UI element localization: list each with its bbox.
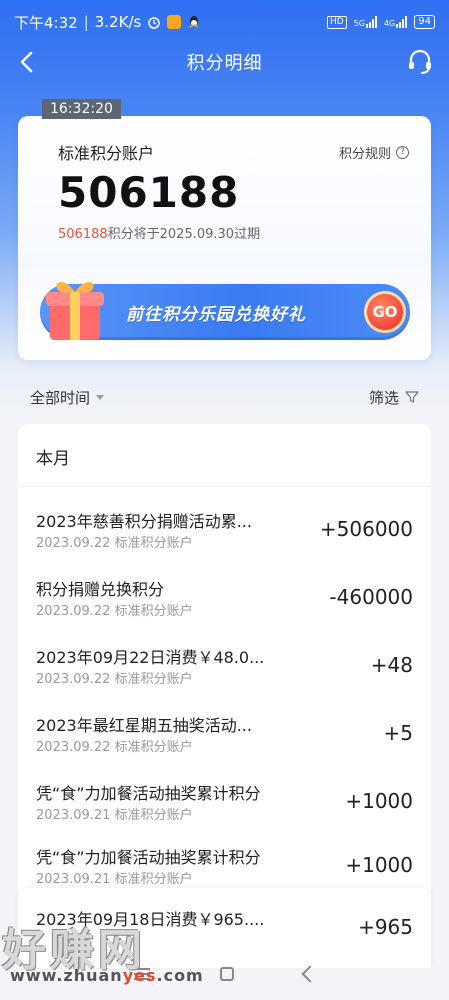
status-time: 下午4:32 bbox=[14, 13, 78, 32]
account-title: 标准积分账户 bbox=[58, 144, 155, 163]
item-title: 2023年慈善积分捐赠活动累... bbox=[36, 512, 252, 531]
list-item[interactable]: 凭“食”力加餐活动抽奖累计积分 2023.09.21 标准积分账户 +1000 bbox=[18, 772, 431, 840]
back-icon[interactable] bbox=[14, 48, 42, 76]
page-title: 积分明细 bbox=[186, 53, 263, 74]
expire-text: 积分将于2025.09.30过期 bbox=[107, 227, 261, 242]
help-icon: ? bbox=[396, 146, 409, 159]
signal-bars-icon bbox=[396, 16, 408, 28]
item-amount: +506000 bbox=[319, 517, 413, 541]
signal-5g: 5G bbox=[354, 16, 377, 28]
list-item[interactable]: 积分捐赠兑换积分 2023.09.22 标准积分账户 -460000 bbox=[18, 568, 431, 636]
qq-icon bbox=[189, 16, 199, 28]
item-title: 凭“食”力加餐活动抽奖累计积分 bbox=[36, 784, 261, 803]
item-amount: +965 bbox=[358, 915, 413, 939]
caret-down-icon bbox=[96, 394, 105, 400]
funnel-icon bbox=[405, 391, 419, 403]
list-item[interactable]: 2023年慈善积分捐赠活动累... 2023.09.22 标准积分账户 +506… bbox=[18, 500, 431, 568]
item-meta: 2023.09.22 标准积分账户 bbox=[36, 672, 193, 687]
time-filter-label: 全部时间 bbox=[30, 388, 91, 407]
time-filter-dropdown[interactable]: 全部时间 bbox=[30, 387, 105, 408]
item-meta: 2023.09.22 标准积分账户 bbox=[36, 604, 193, 619]
account-card: 标准积分账户 积分规则 ? 506188 506188积分将于2025.09.3… bbox=[18, 116, 431, 360]
points-balance: 506188 bbox=[58, 168, 240, 217]
item-title: 凭“食”力加餐活动抽奖累计积分 bbox=[36, 848, 261, 867]
item-meta: 2023.09.22 标准积分账户 bbox=[36, 536, 193, 551]
points-park-banner[interactable]: 前往积分乐园兑换好礼 GO bbox=[40, 281, 410, 340]
go-button[interactable]: GO bbox=[364, 291, 406, 333]
item-title: 2023年09月22日消费￥48.0... bbox=[36, 648, 265, 667]
item-title: 2023年最红星期五抽奖活动... bbox=[36, 716, 252, 735]
notification-app-icon bbox=[167, 15, 182, 29]
gift-box-icon bbox=[46, 281, 104, 340]
list-item[interactable]: 2023年最红星期五抽奖活动... 2023.09.22 标准积分账户 +5 bbox=[18, 704, 431, 772]
screenshot-time-overlay: 16:32:20 bbox=[42, 99, 121, 119]
hd-icon: HD bbox=[326, 15, 347, 29]
list-item[interactable]: 2023年09月22日消费￥48.0... 2023.09.22 标准积分账户 … bbox=[18, 636, 431, 704]
customer-service-icon[interactable] bbox=[405, 47, 435, 77]
transaction-list: 本月 2023年慈善积分捐赠活动累... 2023.09.22 标准积分账户 +… bbox=[18, 424, 431, 904]
nav-bar: 积分明细 bbox=[0, 40, 449, 84]
item-amount: -460000 bbox=[329, 585, 413, 609]
battery-indicator: 94 bbox=[414, 15, 435, 29]
divider bbox=[18, 486, 431, 487]
home-icon[interactable] bbox=[219, 967, 234, 981]
status-bar: 下午4:32 | 3.2K/s HD 5G 4G 94 bbox=[0, 0, 449, 44]
item-amount: +1000 bbox=[345, 789, 413, 813]
expire-amount: 506188 bbox=[58, 227, 108, 242]
item-amount: +5 bbox=[383, 721, 413, 745]
watermark-url: www.zhuanyes.com bbox=[10, 966, 204, 985]
filter-label: 筛选 bbox=[368, 388, 399, 407]
item-meta: 2023.09.22 标准积分账户 bbox=[36, 740, 193, 755]
watermark-logo: 好赚网 www.zhuanyes.com bbox=[0, 900, 203, 1000]
item-meta: 2023.09.21 标准积分账户 bbox=[36, 808, 193, 823]
item-title: 积分捐赠兑换积分 bbox=[36, 580, 165, 599]
expire-notice: 506188积分将于2025.09.30过期 bbox=[58, 223, 260, 242]
system-back-icon[interactable] bbox=[301, 965, 318, 983]
rules-label: 积分规则 bbox=[338, 147, 391, 162]
signal-4g: 4G bbox=[384, 16, 408, 28]
alarm-icon bbox=[148, 17, 161, 29]
filter-button[interactable]: 筛选 bbox=[369, 387, 419, 408]
network-speed: 3.2K/s bbox=[94, 13, 142, 31]
banner-text: 前往积分乐园兑换好礼 bbox=[126, 305, 306, 325]
item-meta: 2023.09.21 标准积分账户 bbox=[36, 872, 193, 887]
item-amount: +1000 bbox=[345, 853, 413, 877]
filter-row: 全部时间 筛选 bbox=[0, 380, 449, 414]
rules-link[interactable]: 积分规则 ? bbox=[339, 143, 409, 162]
signal-bars-icon bbox=[365, 16, 377, 28]
item-amount: +48 bbox=[370, 653, 413, 677]
section-title-month: 本月 bbox=[36, 449, 70, 469]
